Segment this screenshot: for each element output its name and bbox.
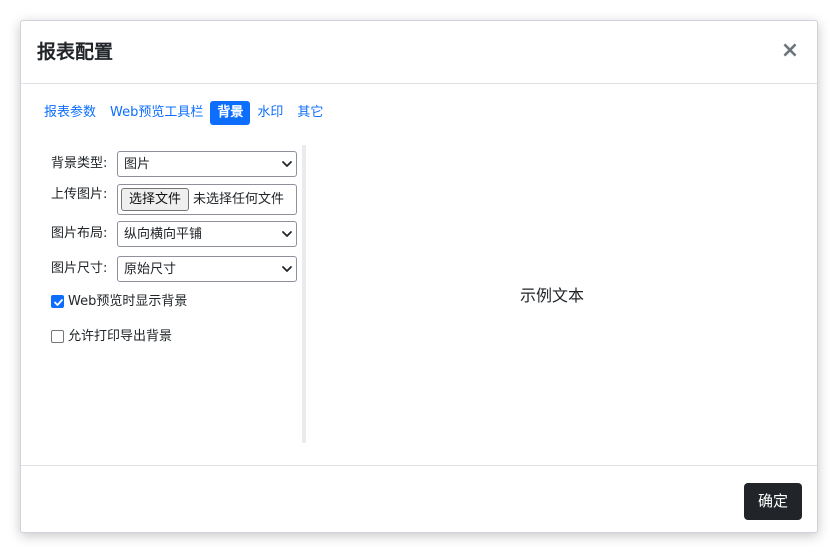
file-status-text: 未选择任何文件 <box>193 192 285 207</box>
background-type-row: 背景类型: 图片 <box>45 151 303 177</box>
show-in-web-preview-label: Web预览时显示背景 <box>68 294 188 309</box>
chevron-down-icon <box>282 266 292 272</box>
image-layout-select[interactable]: 纵向横向平铺 <box>117 221 297 247</box>
background-type-value: 图片 <box>124 157 151 172</box>
tab-report-params[interactable]: 报表参数 <box>37 101 103 125</box>
report-config-dialog: 报表配置 × 报表参数 Web预览工具栏 背景 水印 其它 背景类型: 图片 上 <box>20 20 818 533</box>
show-in-web-preview-checkbox[interactable] <box>51 295 64 308</box>
tab-other[interactable]: 其它 <box>290 101 330 125</box>
close-icon[interactable]: × <box>779 38 801 64</box>
image-size-row: 图片尺寸: 原始尺寸 <box>45 256 303 282</box>
choose-file-button[interactable]: 选择文件 <box>121 188 189 211</box>
image-layout-value: 纵向横向平铺 <box>124 227 203 242</box>
dialog-title: 报表配置 <box>37 41 114 63</box>
image-layout-row: 图片布局: 纵向横向平铺 <box>45 221 303 247</box>
tab-background[interactable]: 背景 <box>210 101 251 125</box>
upload-image-row: 上传图片: 选择文件 未选择任何文件 <box>45 184 303 215</box>
dialog-footer: 确定 <box>21 465 817 533</box>
page: 报表配置 × 报表参数 Web预览工具栏 背景 水印 其它 背景类型: 图片 上 <box>0 0 838 553</box>
chevron-down-icon <box>282 231 292 237</box>
chevron-down-icon <box>282 161 292 167</box>
image-layout-label: 图片布局: <box>51 226 108 241</box>
allow-print-export-label: 允许打印导出背景 <box>68 329 173 344</box>
show-in-web-preview-row: Web预览时显示背景 <box>51 293 301 311</box>
allow-print-export-row: 允许打印导出背景 <box>51 328 301 346</box>
confirm-button[interactable]: 确定 <box>744 483 802 520</box>
allow-print-export-checkbox[interactable] <box>51 330 64 343</box>
background-settings-form: 背景类型: 图片 上传图片: 选择文件 未选择任何文件 图片布局: 纵向横向平铺… <box>45 145 303 445</box>
check-icon <box>54 299 63 306</box>
image-size-select[interactable]: 原始尺寸 <box>117 256 297 282</box>
upload-image-field: 选择文件 未选择任何文件 <box>117 184 297 215</box>
tab-watermark[interactable]: 水印 <box>250 101 290 125</box>
background-type-label: 背景类型: <box>51 156 108 171</box>
image-size-label: 图片尺寸: <box>51 261 108 276</box>
tab-web-preview-toolbar[interactable]: Web预览工具栏 <box>103 101 210 125</box>
preview-sample-text: 示例文本 <box>519 286 584 305</box>
panel-splitter[interactable] <box>302 145 306 443</box>
image-size-value: 原始尺寸 <box>124 262 177 277</box>
upload-image-label: 上传图片: <box>51 187 108 202</box>
background-type-select[interactable]: 图片 <box>117 151 297 177</box>
background-preview-area: 示例文本 <box>307 145 797 445</box>
tab-bar: 报表参数 Web预览工具栏 背景 水印 其它 <box>37 101 330 125</box>
dialog-header: 报表配置 × <box>21 21 817 84</box>
